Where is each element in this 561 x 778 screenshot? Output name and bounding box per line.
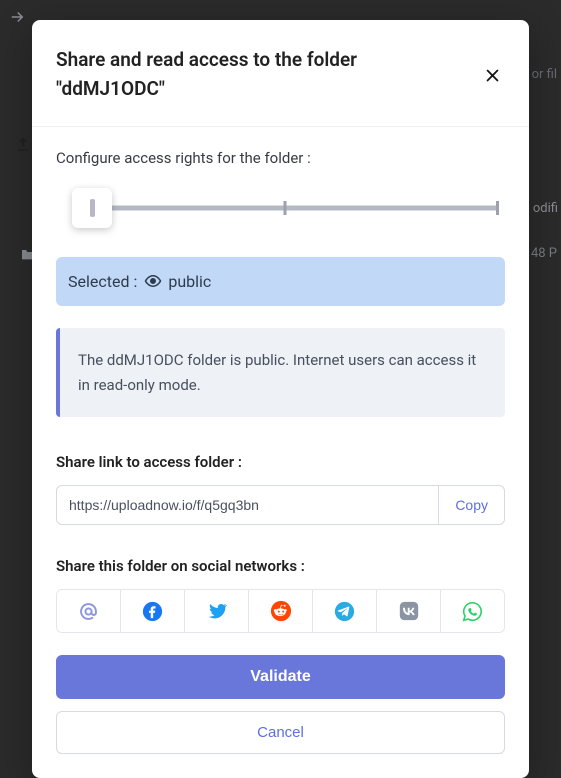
info-box: The ddMJ1ODC folder is public. Internet …	[56, 328, 505, 418]
share-reddit-button[interactable]	[249, 590, 313, 632]
share-access-modal: Share and read access to the folder "ddM…	[32, 20, 529, 778]
social-buttons	[56, 589, 505, 633]
at-sign-icon	[78, 601, 99, 622]
reddit-icon	[270, 600, 292, 622]
bg-text-3: 48 P	[531, 246, 557, 261]
selected-value: public	[168, 272, 211, 291]
copy-button[interactable]: Copy	[438, 485, 505, 525]
social-label: Share this folder on social networks :	[56, 557, 505, 575]
slider-handle-grip-icon	[90, 199, 95, 217]
share-link-input[interactable]	[56, 485, 438, 525]
modal-title: Share and read access to the folder "ddM…	[56, 45, 436, 104]
access-slider[interactable]	[56, 187, 505, 229]
twitter-icon	[206, 600, 228, 622]
share-link-label: Share link to access folder :	[56, 453, 505, 471]
bg-text-1: or fil	[532, 67, 557, 82]
selected-banner: Selected : public	[56, 257, 505, 306]
share-email-button[interactable]	[57, 590, 121, 632]
vk-icon	[398, 600, 420, 622]
close-button[interactable]	[480, 63, 505, 88]
share-vk-button[interactable]	[377, 590, 441, 632]
bg-text-2: odifi	[533, 201, 558, 216]
eye-icon	[144, 272, 162, 290]
whatsapp-icon	[462, 601, 483, 622]
modal-header: Share and read access to the folder "ddM…	[32, 20, 529, 127]
slider-tick-middle	[283, 201, 286, 215]
share-whatsapp-button[interactable]	[441, 590, 504, 632]
slider-track	[74, 205, 499, 210]
facebook-icon	[142, 601, 163, 622]
share-telegram-button[interactable]	[313, 590, 377, 632]
share-twitter-button[interactable]	[185, 590, 249, 632]
share-facebook-button[interactable]	[121, 590, 185, 632]
share-link-row: Copy	[56, 485, 505, 525]
validate-button[interactable]: Validate	[56, 655, 505, 699]
cancel-button[interactable]: Cancel	[56, 711, 505, 754]
close-icon	[484, 67, 501, 84]
selected-prefix: Selected :	[68, 272, 137, 291]
slider-handle[interactable]	[72, 188, 112, 228]
configure-label: Configure access rights for the folder :	[56, 149, 505, 167]
telegram-icon	[334, 601, 355, 622]
slider-tick-end	[496, 201, 499, 215]
